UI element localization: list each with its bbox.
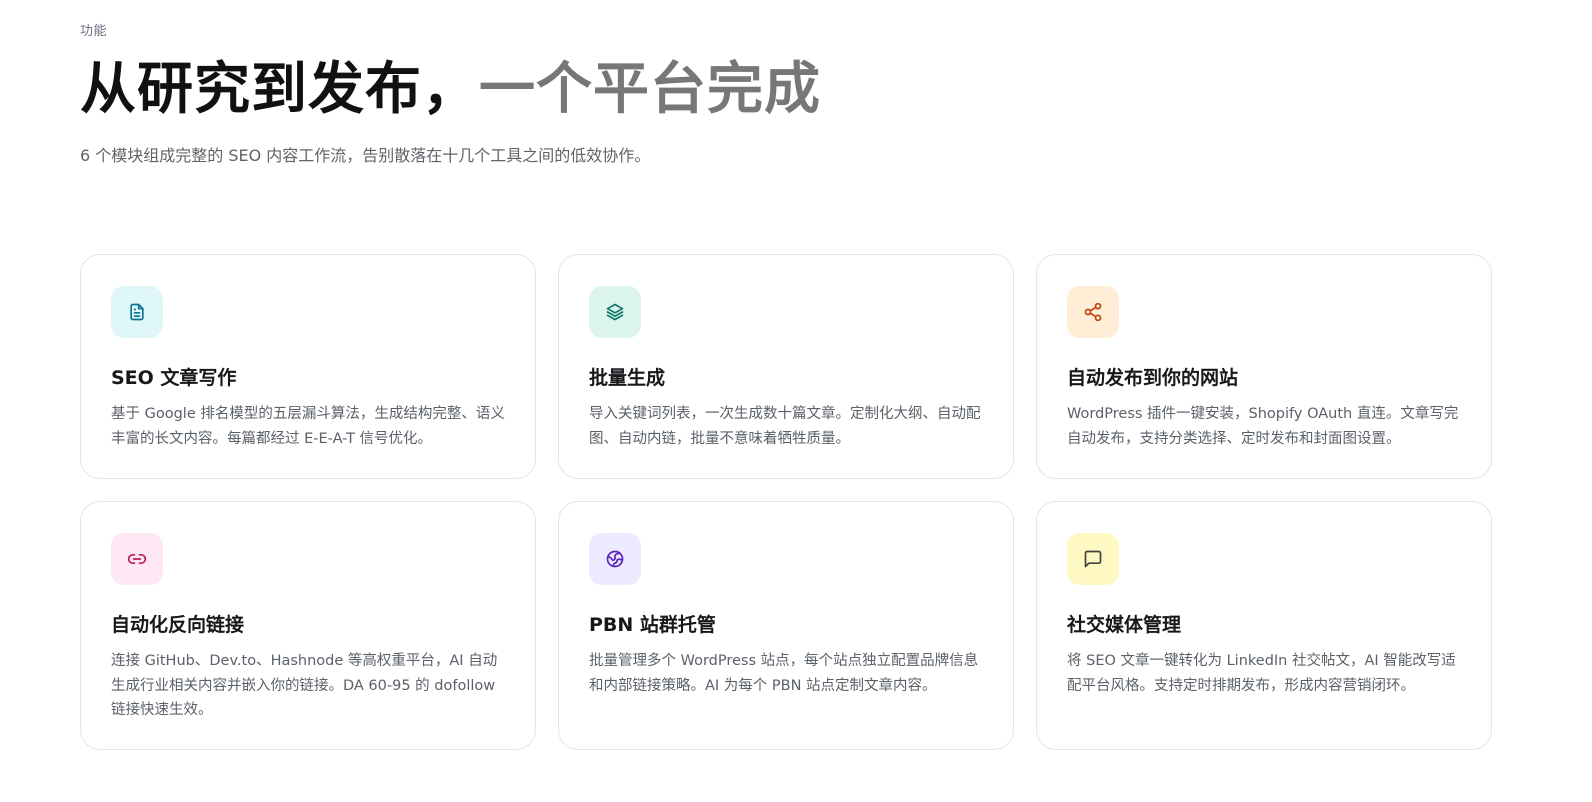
features-section: 功能 从研究到发布，一个平台完成 6 个模块组成完整的 SEO 内容工作流，告别… bbox=[0, 0, 1592, 802]
feature-icon-tile bbox=[589, 533, 641, 585]
feature-title: 自动化反向链接 bbox=[111, 614, 245, 636]
chat-icon bbox=[1084, 550, 1102, 568]
feature-description: 导入关键词列表，一次生成数十篇文章。定制化大纲、自动配图、自动内链，批量不意味着… bbox=[589, 406, 981, 447]
share-icon bbox=[1084, 302, 1102, 322]
globe-icon bbox=[606, 550, 624, 568]
feature-card-backlinks[interactable]: 自动化反向链接 连接 GitHub、Dev.to、Hashnode 等高权重平台… bbox=[80, 501, 536, 750]
feature-icon-tile bbox=[1067, 533, 1119, 585]
feature-card-pbn-hosting[interactable]: PBN 站群托管 批量管理多个 WordPress 站点，每个站点独立配置品牌信… bbox=[558, 501, 1014, 750]
link-icon bbox=[127, 554, 147, 564]
section-eyebrow: 功能 bbox=[80, 24, 108, 39]
feature-title: SEO 文章写作 bbox=[111, 367, 237, 389]
feature-title: PBN 站群托管 bbox=[589, 614, 716, 636]
feature-grid: SEO 文章写作 基于 Google 排名模型的五层漏斗算法，生成结构完整、语义… bbox=[80, 254, 1492, 750]
feature-icon-tile bbox=[111, 533, 163, 585]
feature-card-seo-writing[interactable]: SEO 文章写作 基于 Google 排名模型的五层漏斗算法，生成结构完整、语义… bbox=[80, 254, 536, 479]
feature-title: 社交媒体管理 bbox=[1067, 614, 1182, 636]
feature-description: 基于 Google 排名模型的五层漏斗算法，生成结构完整、语义丰富的长文内容。每… bbox=[111, 406, 505, 447]
headline-secondary: 一个平台完成 bbox=[479, 57, 821, 122]
feature-card-auto-publish[interactable]: 自动发布到你的网站 WordPress 插件一键安装，Shopify OAuth… bbox=[1036, 254, 1492, 479]
feature-card-social-media[interactable]: 社交媒体管理 将 SEO 文章一键转化为 LinkedIn 社交帖文，AI 智能… bbox=[1036, 501, 1492, 750]
document-icon bbox=[130, 303, 144, 321]
section-headline: 从研究到发布，一个平台完成 bbox=[80, 56, 821, 124]
layers-icon bbox=[606, 303, 624, 321]
feature-icon-tile bbox=[111, 286, 163, 338]
feature-icon-tile bbox=[1067, 286, 1119, 338]
headline-primary: 从研究到发布， bbox=[80, 57, 479, 122]
feature-icon-tile bbox=[589, 286, 641, 338]
feature-description: WordPress 插件一键安装，Shopify OAuth 直连。文章写完自动… bbox=[1067, 406, 1459, 447]
feature-title: 批量生成 bbox=[589, 367, 666, 389]
feature-description: 连接 GitHub、Dev.to、Hashnode 等高权重平台，AI 自动生成… bbox=[111, 653, 498, 718]
feature-description: 将 SEO 文章一键转化为 LinkedIn 社交帖文，AI 智能改写适配平台风… bbox=[1067, 653, 1456, 694]
feature-card-bulk-generation[interactable]: 批量生成 导入关键词列表，一次生成数十篇文章。定制化大纲、自动配图、自动内链，批… bbox=[558, 254, 1014, 479]
section-subhead: 6 个模块组成完整的 SEO 内容工作流，告别散落在十几个工具之间的低效协作。 bbox=[80, 146, 651, 165]
feature-description: 批量管理多个 WordPress 站点，每个站点独立配置品牌信息和内部链接策略。… bbox=[589, 653, 979, 694]
feature-title: 自动发布到你的网站 bbox=[1067, 367, 1239, 389]
